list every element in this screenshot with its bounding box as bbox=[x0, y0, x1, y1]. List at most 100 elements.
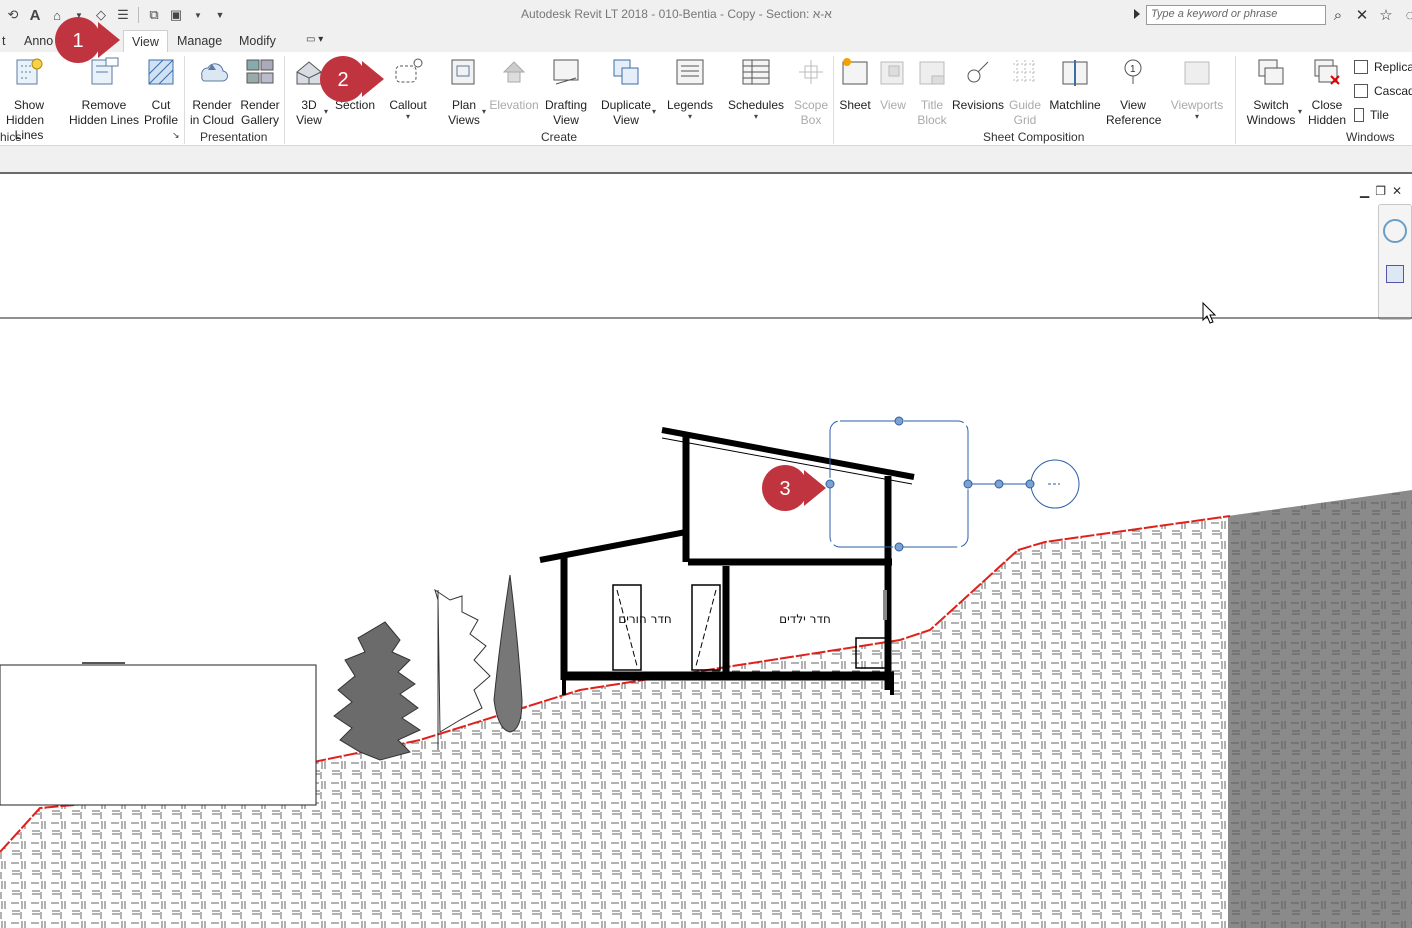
schedules-icon bbox=[742, 59, 770, 85]
tab-modify[interactable]: Modify bbox=[231, 30, 284, 52]
panel-presentation-label: Presentation bbox=[200, 130, 268, 144]
show-hidden-lines-icon bbox=[16, 58, 43, 85]
cascade-icon bbox=[1354, 84, 1368, 98]
close-inactive-views-icon[interactable]: ⧉ bbox=[145, 6, 163, 24]
switch-windows-icon[interactable]: ▣ bbox=[167, 6, 185, 24]
subscription-icon[interactable]: ✕ bbox=[1352, 5, 1372, 25]
remove-hidden-lines-button[interactable]: Remove Hidden Lines bbox=[68, 56, 140, 128]
drafting-view-button[interactable]: Drafting View bbox=[542, 56, 590, 128]
svg-text:1: 1 bbox=[1130, 64, 1136, 75]
plan-views-icon bbox=[451, 59, 475, 85]
user-icon[interactable]: ◌ bbox=[1400, 5, 1412, 25]
ribbon-display-options-icon[interactable]: ▭ ▾ bbox=[306, 34, 334, 48]
sheet-icon bbox=[842, 58, 868, 85]
panel-create-label: Create bbox=[541, 130, 578, 144]
ribbon: Show Hidden Lines Remove Hidden Lines Cu… bbox=[0, 52, 1412, 146]
3d-house-icon bbox=[296, 61, 322, 85]
viewports-button[interactable]: Viewports ▾ bbox=[1166, 56, 1228, 121]
tab-annotate[interactable]: Anno bbox=[16, 30, 61, 52]
tab-manage[interactable]: Manage bbox=[169, 30, 230, 52]
tag-icon[interactable]: ◇ bbox=[92, 6, 110, 24]
text-icon[interactable]: A bbox=[26, 6, 44, 24]
render-in-cloud-button[interactable]: Render in Cloud bbox=[188, 56, 236, 128]
callout-icon bbox=[395, 58, 423, 83]
view-icon bbox=[880, 61, 904, 85]
callout-button[interactable]: Callout ▾ bbox=[384, 56, 432, 121]
tree-light bbox=[434, 588, 491, 733]
measure-icon[interactable]: ⟲ bbox=[4, 6, 22, 24]
search-expand-icon[interactable] bbox=[1134, 9, 1140, 19]
window-title: Autodesk Revit LT 2018 - 010-Bentia - Co… bbox=[521, 7, 832, 21]
search-input[interactable]: Type a keyword or phrase bbox=[1146, 5, 1326, 25]
scope-box-button[interactable]: Scope Box bbox=[790, 56, 832, 128]
replicate-icon bbox=[1354, 60, 1368, 74]
options-bar bbox=[0, 146, 1412, 174]
render-gallery-button[interactable]: Render Gallery bbox=[238, 56, 282, 128]
sheet-button[interactable]: Sheet bbox=[836, 56, 874, 113]
dropdown-arrow-icon[interactable]: ▼ bbox=[189, 6, 207, 24]
panel-dialog-launcher-icon[interactable]: ↘ bbox=[172, 130, 180, 141]
schedules-button[interactable]: Schedules ▾ bbox=[726, 56, 786, 121]
customize-toolbar-icon[interactable]: ▼ bbox=[211, 6, 229, 24]
tile-button[interactable]: Tile bbox=[1354, 108, 1389, 122]
dropdown-arrow-icon[interactable]: ▾ bbox=[1298, 108, 1302, 116]
view-reference-button[interactable]: 1 View Reference bbox=[1106, 56, 1161, 128]
tab-view[interactable]: View bbox=[123, 30, 168, 52]
dropdown-arrow-icon[interactable]: ▾ bbox=[482, 108, 486, 116]
switch-windows-button[interactable]: Switch Windows ▾ bbox=[1242, 56, 1302, 128]
close-hidden-button[interactable]: Close Hidden bbox=[1304, 56, 1350, 128]
close-hidden-icon bbox=[1314, 59, 1340, 85]
view-reference-icon: 1 bbox=[1124, 59, 1142, 84]
dropdown-arrow-icon[interactable]: ▾ bbox=[324, 108, 328, 116]
elevation-icon bbox=[502, 61, 526, 83]
place-view-button[interactable]: View bbox=[876, 56, 910, 113]
dropdown-arrow-icon[interactable]: ▾ bbox=[726, 113, 786, 121]
section-icon bbox=[345, 63, 365, 83]
render-in-cloud-icon bbox=[201, 63, 229, 82]
mouse-cursor-icon bbox=[1202, 301, 1217, 324]
ribbon-tabs: t Anno e View Manage Modify ▭ ▾ bbox=[0, 30, 1412, 52]
legends-icon bbox=[676, 59, 704, 85]
drafting-view-icon bbox=[553, 59, 579, 85]
matchline-button[interactable]: Matchline bbox=[1046, 56, 1104, 113]
legends-button[interactable]: Legends ▾ bbox=[664, 56, 716, 121]
callout-selection bbox=[825, 416, 1080, 552]
tab-massing[interactable]: e bbox=[97, 30, 120, 52]
revisions-button[interactable]: Revisions bbox=[952, 56, 1004, 113]
dropdown-arrow-icon[interactable]: ▾ bbox=[1166, 113, 1228, 121]
binoculars-icon[interactable]: ⌕ bbox=[1328, 5, 1348, 25]
dropdown-arrow-icon[interactable]: ▾ bbox=[384, 113, 432, 121]
thin-lines-icon[interactable]: ☰ bbox=[114, 6, 132, 24]
replicate-button[interactable]: Replica bbox=[1354, 60, 1412, 74]
dropdown-arrow-icon[interactable]: ▾ bbox=[652, 108, 656, 116]
drawing-canvas[interactable]: ▁ ❐ ✕ חדר הורים חדר ילדים bbox=[0, 176, 1412, 928]
guide-grid-button[interactable]: Guide Grid bbox=[1006, 56, 1044, 128]
panel-windows-label: Windows bbox=[1346, 130, 1395, 144]
3d-view-button[interactable]: 3D View ▾ bbox=[290, 56, 328, 128]
tile-icon bbox=[1354, 108, 1364, 122]
star-icon[interactable]: ☆ bbox=[1376, 5, 1396, 25]
room-label-kids: חדר ילדים bbox=[779, 612, 831, 626]
neighbor-building bbox=[0, 664, 317, 806]
panel-graphics-label: hics bbox=[0, 130, 22, 144]
revisions-icon bbox=[967, 61, 989, 83]
panel-sheet-composition-label: Sheet Composition bbox=[983, 130, 1085, 144]
section-drawing: חדר הורים חדר ילדים bbox=[0, 301, 1412, 928]
duplicate-view-button[interactable]: Duplicate View ▾ bbox=[598, 56, 656, 128]
scope-box-icon bbox=[799, 60, 823, 84]
dropdown-arrow-icon[interactable]: ▼ bbox=[70, 6, 88, 24]
ground-dark-fill bbox=[1228, 490, 1412, 928]
tab-architecture[interactable]: t bbox=[0, 30, 13, 52]
plan-views-button[interactable]: Plan Views ▾ bbox=[442, 56, 486, 128]
elevation-button[interactable]: Elevation bbox=[488, 56, 540, 113]
3d-house-icon[interactable]: ⌂ bbox=[48, 6, 66, 24]
room-label-parents: חדר הורים bbox=[618, 612, 672, 626]
section-button[interactable]: Section bbox=[332, 56, 378, 113]
cut-profile-button[interactable]: Cut Profile bbox=[142, 56, 180, 128]
viewports-icon bbox=[1184, 61, 1210, 85]
dropdown-arrow-icon[interactable]: ▾ bbox=[664, 113, 716, 121]
cascade-button[interactable]: Cascad bbox=[1354, 84, 1412, 98]
matchline-icon bbox=[1062, 60, 1088, 86]
tree-cypress bbox=[493, 574, 523, 733]
title-block-button[interactable]: Title Block bbox=[912, 56, 952, 128]
